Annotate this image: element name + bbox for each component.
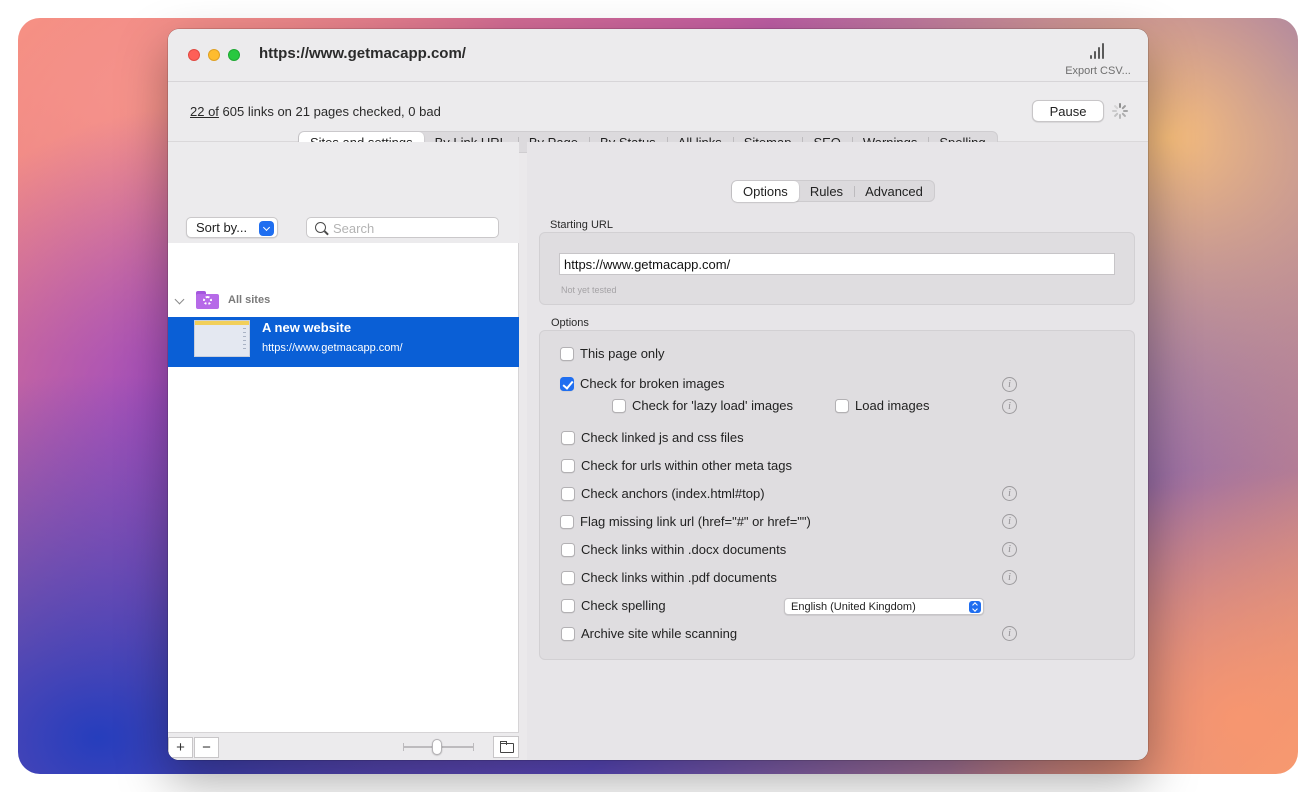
smart-folder-icon xyxy=(196,291,219,309)
minimize-window-button[interactable] xyxy=(208,49,220,61)
checkbox[interactable] xyxy=(561,543,575,557)
starting-url-box: Not yet tested xyxy=(539,232,1135,305)
starting-url-heading: Starting URL xyxy=(550,219,613,231)
sidebar-toolbar: Sort by... xyxy=(168,142,519,243)
spelling-language-value: English (United Kingdom) xyxy=(791,601,916,613)
sort-by-label: Sort by... xyxy=(196,220,248,235)
checkbox[interactable] xyxy=(561,571,575,585)
option-label: Check for 'lazy load' images xyxy=(632,398,794,413)
close-window-button[interactable] xyxy=(188,49,200,61)
folder-icon xyxy=(500,741,514,753)
info-icon[interactable]: i xyxy=(1002,486,1017,501)
option-label: Check linked js and css files xyxy=(581,430,744,445)
group-label: All sites xyxy=(228,294,271,306)
export-csv-label: Export CSV... xyxy=(1065,65,1131,77)
pause-button[interactable]: Pause xyxy=(1032,100,1104,122)
settings-pane: Options Rules Advanced Starting URL Not … xyxy=(527,142,1148,760)
site-name: A new website xyxy=(262,320,352,335)
export-csv-button[interactable]: Export CSV... xyxy=(1062,39,1134,79)
option-label: Check links within .docx documents xyxy=(581,542,787,557)
disclosure-chevron-icon[interactable] xyxy=(174,294,185,305)
info-icon[interactable]: i xyxy=(1002,399,1017,414)
tab-options[interactable]: Options xyxy=(732,181,799,202)
title-bar: https://www.getmacapp.com/ Export CSV... xyxy=(168,29,1148,82)
option-label: Flag missing link url (href="#" or href=… xyxy=(580,514,811,529)
checkbox[interactable] xyxy=(560,347,574,361)
all-sites-group[interactable]: All sites xyxy=(168,285,519,315)
info-icon[interactable]: i xyxy=(1002,377,1017,392)
search-input[interactable] xyxy=(333,220,493,236)
scan-summary: 605 links on 21 pages checked, 0 bad xyxy=(218,104,441,119)
zoom-window-button[interactable] xyxy=(228,49,240,61)
site-list-item[interactable]: A new website https://www.getmacapp.com/ xyxy=(168,317,519,367)
tab-rules[interactable]: Rules xyxy=(799,181,854,202)
settings-tab-bar: Options Rules Advanced xyxy=(731,180,935,202)
spelling-language-select[interactable]: English (United Kingdom) xyxy=(784,598,984,615)
checkbox[interactable] xyxy=(561,599,575,613)
sites-sidebar: Sort by... All sites A new website https… xyxy=(168,142,519,760)
checkbox[interactable] xyxy=(612,399,626,413)
starting-url-input[interactable] xyxy=(559,253,1115,275)
option-label: Check links within .pdf documents xyxy=(581,570,777,585)
options-box: This page only Check for broken images i… xyxy=(539,330,1135,660)
option-label: Check for urls within other meta tags xyxy=(581,458,792,473)
checkbox[interactable] xyxy=(835,399,849,413)
checked-count-link[interactable]: 22 of xyxy=(190,104,219,119)
info-icon[interactable]: i xyxy=(1002,570,1017,585)
option-label: Load images xyxy=(855,398,930,413)
checkbox[interactable] xyxy=(561,627,575,641)
up-down-arrows-icon xyxy=(969,601,981,613)
folder-button[interactable] xyxy=(493,736,519,758)
options-heading: Options xyxy=(551,317,589,329)
info-icon[interactable]: i xyxy=(1002,542,1017,557)
info-icon[interactable]: i xyxy=(1002,514,1017,529)
option-label: Archive site while scanning xyxy=(581,626,738,641)
checkbox[interactable] xyxy=(561,459,575,473)
option-label: Check spelling xyxy=(581,598,666,613)
progress-spinner-icon xyxy=(1112,103,1128,119)
search-field[interactable] xyxy=(306,217,499,238)
checkbox[interactable] xyxy=(560,515,574,529)
sidebar-bottom-bar: + − xyxy=(168,732,519,760)
option-label: This page only xyxy=(580,346,665,361)
remove-site-button[interactable]: − xyxy=(194,737,219,758)
app-window: https://www.getmacapp.com/ Export CSV...… xyxy=(168,29,1148,760)
window-title: https://www.getmacapp.com/ xyxy=(259,45,466,62)
info-icon[interactable]: i xyxy=(1002,626,1017,641)
tab-advanced[interactable]: Advanced xyxy=(854,181,934,202)
checkbox-checked[interactable] xyxy=(560,377,574,391)
url-test-status: Not yet tested xyxy=(561,285,617,295)
site-url: https://www.getmacapp.com/ xyxy=(262,342,403,354)
slider-knob[interactable] xyxy=(432,739,442,755)
chevron-down-icon xyxy=(259,221,274,236)
option-label: Check anchors (index.html#top) xyxy=(581,486,765,501)
search-icon xyxy=(315,222,326,233)
option-label: Check for broken images xyxy=(580,376,725,391)
checkbox[interactable] xyxy=(561,487,575,501)
sort-by-popup[interactable]: Sort by... xyxy=(186,217,278,238)
checkbox[interactable] xyxy=(561,431,575,445)
signal-bars-icon xyxy=(1089,41,1107,59)
site-thumbnail xyxy=(194,320,250,357)
scan-progress-text: 22 of 605 links on 21 pages checked, 0 b… xyxy=(190,104,441,119)
add-site-button[interactable]: + xyxy=(168,737,193,758)
